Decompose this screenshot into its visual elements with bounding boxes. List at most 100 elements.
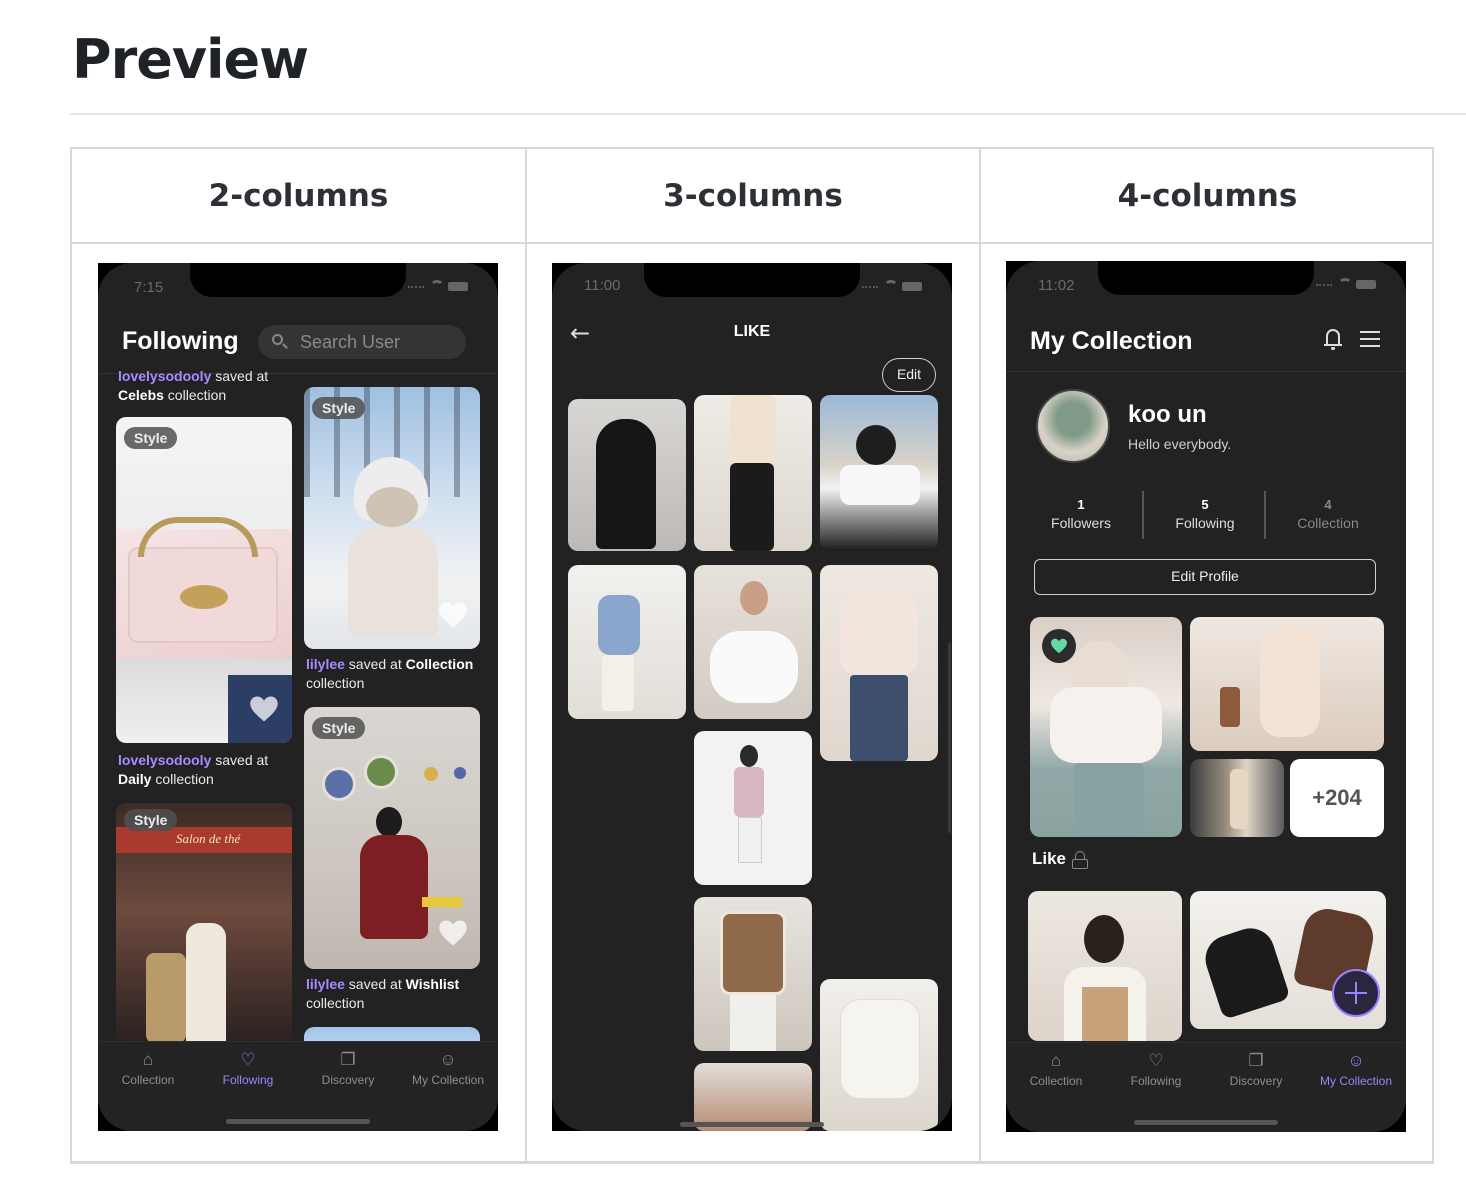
phone-like-screen: 11:00 ← LIKE Edit xyxy=(552,263,952,1131)
tab-following[interactable]: ♡ Following xyxy=(198,1042,298,1102)
heart-icon[interactable] xyxy=(438,919,468,947)
header-row-divider xyxy=(72,242,1432,244)
feed-caption: lilylee saved at Wishlist collection xyxy=(306,976,460,1011)
liked-image[interactable] xyxy=(820,565,938,761)
top-caption: lovelysodooly saved at Celebs collection xyxy=(118,368,269,403)
heart-outline-icon: ♡ xyxy=(1148,1051,1164,1070)
person-icon: ☺ xyxy=(439,1050,457,1069)
stat-value: 4 xyxy=(1324,497,1332,512)
column-header-3: 3-columns xyxy=(663,177,843,214)
column-divider xyxy=(979,149,981,1161)
collection-cover-large[interactable] xyxy=(1028,891,1182,1041)
status-icons xyxy=(862,280,922,292)
screen-title: My Collection xyxy=(1030,327,1193,355)
status-time: 11:00 xyxy=(584,277,621,294)
search-input[interactable]: Search User xyxy=(258,325,466,359)
status-icons xyxy=(408,280,468,292)
screen-title: Following xyxy=(122,327,239,355)
bell-icon[interactable] xyxy=(1324,329,1342,350)
collection-icon: ⌂ xyxy=(1050,1051,1062,1070)
collection-cover-large[interactable] xyxy=(1030,617,1182,837)
feed-card-bag[interactable]: Style xyxy=(116,417,292,743)
search-icon-handle xyxy=(282,343,288,349)
liked-image[interactable] xyxy=(568,565,686,719)
tab-collection[interactable]: ⌂ Collection xyxy=(1006,1043,1106,1103)
feed-card-cat[interactable]: Style xyxy=(304,387,480,649)
header-divider xyxy=(1006,371,1406,372)
liked-image[interactable] xyxy=(694,731,812,885)
column-header-2: 2-columns xyxy=(208,177,389,214)
status-time: 7:15 xyxy=(134,279,164,296)
liked-heart-badge[interactable] xyxy=(1042,629,1076,663)
sign-text: Salon de thé xyxy=(176,831,241,846)
feed-card-gallery[interactable]: Style xyxy=(304,707,480,969)
menu-icon[interactable] xyxy=(1360,331,1380,347)
phone-my-collection-screen: 11:02 My Collection koo un Hello everybo… xyxy=(1006,261,1406,1132)
phone-following-screen: 7:15 Following Search User lovelysodooly… xyxy=(98,263,498,1131)
search-placeholder: Search User xyxy=(300,332,401,352)
tag-style: Style xyxy=(124,809,178,831)
column-divider xyxy=(525,149,527,1161)
collection-cover-small[interactable] xyxy=(1190,759,1284,837)
collection-icon: ⌂ xyxy=(142,1050,154,1069)
heart-outline-icon: ♡ xyxy=(240,1050,256,1069)
tag-style: Style xyxy=(312,397,366,419)
add-collection-button[interactable] xyxy=(1332,969,1380,1017)
home-indicator xyxy=(680,1122,824,1127)
tab-bar: ⌂ Collection ♡ Following ❐ Discovery ☺ My Co… xyxy=(1006,1042,1406,1132)
notch xyxy=(190,263,406,297)
tab-my-collection[interactable]: ☺ My Collection xyxy=(1306,1043,1406,1103)
edit-profile-button[interactable]: Edit Profile xyxy=(1034,559,1376,595)
liked-image[interactable] xyxy=(694,565,812,719)
stat-collection[interactable]: 4 Collection xyxy=(1266,497,1390,531)
home-indicator xyxy=(226,1119,370,1124)
profile-name: koo un xyxy=(1128,401,1207,428)
notch xyxy=(1098,261,1314,295)
heart-icon[interactable] xyxy=(249,695,279,723)
collection-title-like: Like xyxy=(1032,849,1067,868)
feed-caption: lilylee saved at Collection collection xyxy=(306,656,474,691)
avatar[interactable] xyxy=(1036,389,1110,463)
edit-button[interactable]: Edit xyxy=(882,358,936,392)
liked-image[interactable] xyxy=(694,395,812,551)
scroll-indicator xyxy=(948,643,951,833)
search-icon xyxy=(272,334,283,345)
feed-card-street[interactable]: Salon de thé Style xyxy=(116,803,292,1043)
stat-value: 5 xyxy=(1201,497,1209,512)
stat-label: Collection xyxy=(1297,515,1359,531)
tab-collection[interactable]: ⌂ Collection xyxy=(98,1042,198,1102)
stat-label: Following xyxy=(1175,515,1235,531)
preview-table: 2-columns 3-columns 4-columns 7:15 Follo… xyxy=(70,147,1434,1164)
column-header-4: 4-columns xyxy=(1117,177,1298,214)
notch xyxy=(644,263,860,297)
page-title: Preview xyxy=(72,28,309,91)
stat-following[interactable]: 5 Following xyxy=(1144,497,1266,531)
home-indicator xyxy=(1134,1120,1278,1125)
liked-image[interactable] xyxy=(568,399,686,551)
tab-bar: ⌂ Collection ♡ Following ❐ Discovery ☺ My Co… xyxy=(98,1041,498,1131)
feed-caption: lovelysodooly saved at Daily collection xyxy=(118,752,269,787)
cards-icon: ❐ xyxy=(1248,1051,1264,1070)
tag-style: Style xyxy=(124,427,178,449)
screen-title: LIKE xyxy=(733,323,771,340)
liked-image[interactable] xyxy=(820,979,938,1131)
liked-image[interactable] xyxy=(820,395,938,551)
person-icon: ☺ xyxy=(1347,1051,1365,1070)
stat-followers[interactable]: 1 Followers xyxy=(1020,497,1142,531)
tab-following[interactable]: ♡ Following xyxy=(1106,1043,1206,1103)
liked-image[interactable] xyxy=(694,897,812,1051)
more-items-tile[interactable]: +204 xyxy=(1290,759,1384,837)
tab-my-collection[interactable]: ☺ My Collection xyxy=(398,1042,498,1102)
tab-discovery[interactable]: ❐ Discovery xyxy=(1206,1043,1306,1103)
cards-icon: ❐ xyxy=(340,1050,356,1069)
stat-label: Followers xyxy=(1051,515,1111,531)
more-count: +204 xyxy=(1312,785,1362,810)
liked-image[interactable] xyxy=(694,1063,812,1131)
heading-divider xyxy=(70,113,1466,115)
status-time: 11:02 xyxy=(1038,277,1075,294)
tab-discovery[interactable]: ❐ Discovery xyxy=(298,1042,398,1102)
heart-icon[interactable] xyxy=(438,601,468,629)
status-icons xyxy=(1316,278,1376,290)
collection-cover-small[interactable] xyxy=(1190,617,1384,751)
profile-bio: Hello everybody. xyxy=(1128,436,1232,452)
